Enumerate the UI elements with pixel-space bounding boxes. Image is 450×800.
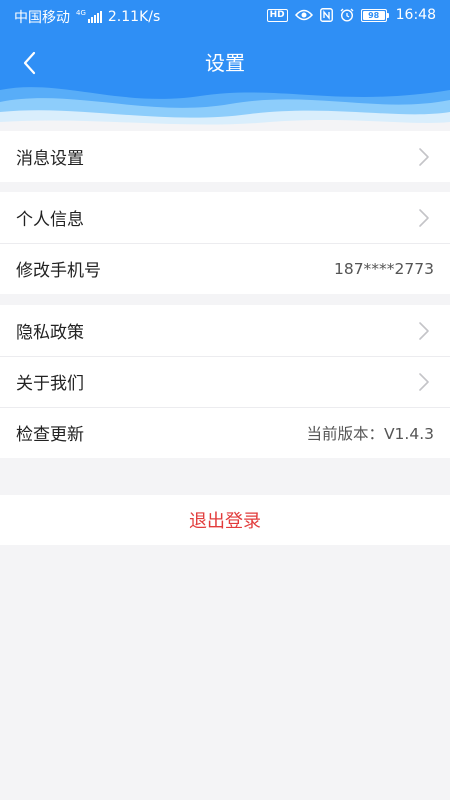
- settings-item-about-us[interactable]: 关于我们: [0, 356, 450, 407]
- network-speed: 2.11K/s: [107, 9, 161, 25]
- settings-item-label: 隐私政策: [16, 323, 84, 343]
- settings-item-personal-info[interactable]: 个人信息: [0, 192, 450, 243]
- settings-section-messages: 消息设置: [0, 131, 450, 182]
- battery-level: 98: [362, 10, 385, 20]
- settings-item-label: 个人信息: [16, 210, 84, 230]
- header-wave-decoration: [0, 87, 450, 132]
- eye-icon: [294, 9, 313, 21]
- settings-item-label: 消息设置: [16, 149, 84, 169]
- settings-section-account: 个人信息 修改手机号 187****2773: [0, 192, 450, 294]
- battery-icon: 98: [360, 8, 389, 22]
- signal-icon: [87, 11, 102, 23]
- settings-item-label: 修改手机号: [16, 261, 101, 281]
- carrier-label: 中国移动: [14, 10, 70, 26]
- settings-item-message-settings[interactable]: 消息设置: [0, 131, 450, 182]
- logout-label: 退出登录: [189, 511, 261, 532]
- chevron-right-icon: [419, 208, 429, 227]
- settings-item-check-update[interactable]: 检查更新 当前版本：V1.4.3: [0, 407, 450, 458]
- clock: 16:48: [395, 7, 436, 23]
- status-right: HD 98 16:48: [266, 7, 436, 23]
- settings-item-change-phone[interactable]: 修改手机号 187****2773: [0, 243, 450, 294]
- version-value: 当前版本：V1.4.3: [306, 424, 434, 443]
- status-bar: 中国移动 4G 2.11K/s HD 98 16:48: [0, 0, 450, 32]
- status-left: 中国移动 4G 2.11K/s: [14, 7, 160, 27]
- chevron-right-icon: [419, 147, 429, 166]
- settings-item-label: 关于我们: [16, 374, 84, 394]
- hd-icon: HD: [266, 8, 288, 22]
- page-title: 设置: [205, 51, 245, 75]
- settings-section-about: 隐私政策 关于我们 检查更新 当前版本：V1.4.3: [0, 305, 450, 458]
- chevron-right-icon: [419, 321, 429, 340]
- alarm-icon: [340, 8, 354, 22]
- header: 中国移动 4G 2.11K/s HD 98 16:48 设置: [0, 0, 450, 132]
- network-gen-label: 4G: [76, 9, 86, 17]
- phone-number-value: 187****2773: [333, 259, 434, 278]
- settings-item-privacy-policy[interactable]: 隐私政策: [0, 305, 450, 356]
- settings-item-label: 检查更新: [16, 425, 84, 445]
- nfc-icon: [319, 8, 333, 22]
- chevron-right-icon: [419, 372, 429, 391]
- logout-button[interactable]: 退出登录: [0, 495, 450, 545]
